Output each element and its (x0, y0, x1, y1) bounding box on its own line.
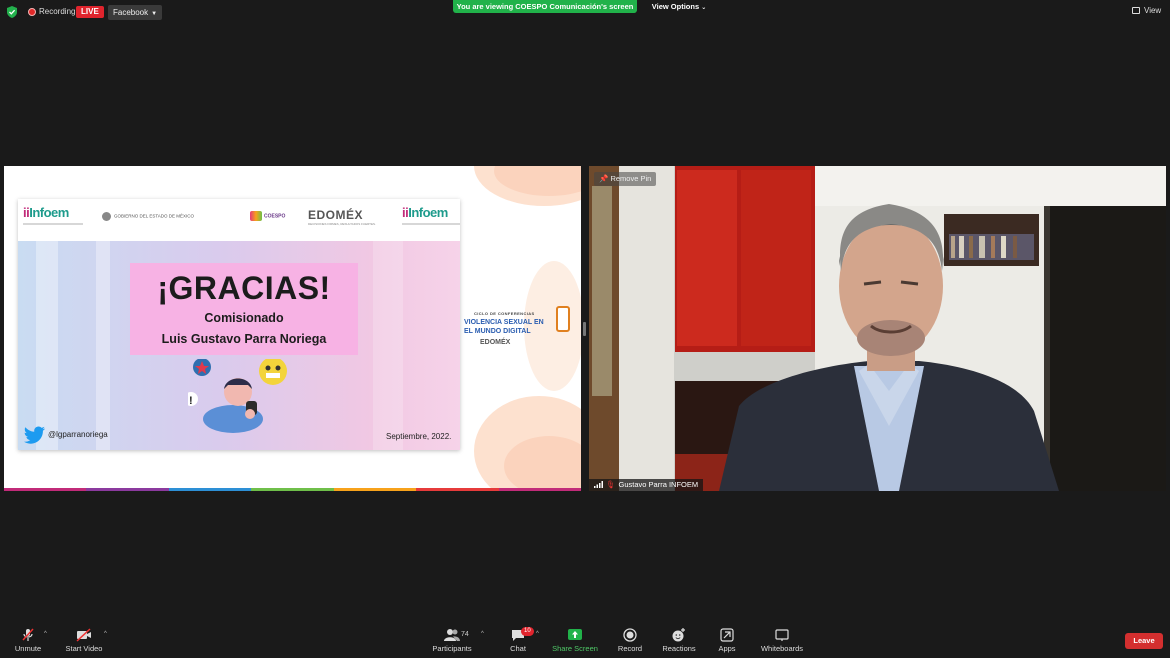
view-layout-icon (1132, 7, 1140, 14)
decorative-blob (504, 436, 581, 491)
viewing-screen-banner: You are viewing COESPO Comunicación's sc… (453, 0, 637, 13)
apps-icon (720, 628, 734, 642)
infoem-logo: iiInfoem (402, 205, 460, 225)
stream-target-dropdown[interactable]: Facebook ▼ (108, 5, 163, 20)
reactions-button[interactable]: Reactions (660, 624, 698, 658)
twitter-handle: @lgparranoriega (24, 426, 108, 444)
unmute-button[interactable]: Unmute (10, 624, 46, 658)
remove-pin-button[interactable]: 📌 Remove Pin (594, 172, 657, 186)
phone-icon (556, 306, 570, 332)
participants-count: 74 (461, 631, 469, 638)
decorative-blob (524, 261, 581, 391)
whiteboards-button[interactable]: Whiteboards (758, 624, 806, 658)
chat-label: Chat (510, 644, 526, 653)
chevron-down-icon: ⌄ (701, 5, 707, 11)
slide-title: ¡GRACIAS! (157, 270, 331, 306)
video-options-caret-icon[interactable]: ^ (104, 631, 107, 637)
slide-date: Septiembre, 2022. (386, 432, 452, 441)
apps-button[interactable]: Apps (714, 624, 740, 658)
signal-bars-icon (594, 481, 603, 488)
coespo-logo: COESPO (250, 211, 285, 221)
color-stripe (4, 488, 581, 491)
recording-dot-icon (28, 8, 36, 16)
cycle-label: CICLO DE CONFERENCIAS (474, 311, 535, 316)
edomex-mini-logo: EDOMÉX (480, 339, 511, 346)
apps-label: Apps (718, 644, 736, 653)
video-camera-off-icon (76, 628, 91, 642)
decorative-stripe (96, 241, 110, 450)
record-label: Record (617, 644, 643, 653)
top-bar: Recording LIVE Facebook ▼ You are viewing… (0, 0, 1170, 24)
cycle-title-line2: EL MUNDO DIGITAL (464, 328, 531, 335)
svg-text:!: ! (189, 395, 193, 407)
twitter-bird-icon (24, 426, 45, 444)
muted-mic-icon: 🎙 (606, 480, 616, 489)
caret-down-icon: ▼ (151, 11, 158, 17)
audio-options-caret-icon[interactable]: ^ (44, 631, 47, 637)
title-box: ¡GRACIAS! Comisionado Luis Gustavo Parra… (130, 263, 358, 355)
person-name: Luis Gustavo Parra Noriega (161, 332, 327, 346)
infoem-logo: iiInfoem (23, 205, 83, 225)
view-label: View (1144, 6, 1162, 15)
microphone-muted-icon (22, 628, 34, 641)
chat-options-caret-icon[interactable]: ^ (536, 631, 539, 637)
chat-unread-badge: 10 (521, 627, 534, 636)
remove-pin-label: Remove Pin (610, 174, 652, 183)
participant-video-frame (589, 166, 1166, 491)
participant-name: Gustavo Parra INFOEM (618, 480, 699, 489)
stream-target-label: Facebook (113, 8, 149, 17)
smiley-plus-icon (672, 628, 685, 642)
cycle-title-line1: VIOLENCIA SEXUAL EN (464, 319, 544, 326)
slide-card: iiInfoem GOBIERNO DEL ESTADO DE MÉXICO C… (18, 199, 460, 450)
participants-label: Participants (432, 644, 472, 653)
slide-header: iiInfoem GOBIERNO DEL ESTADO DE MÉXICO C… (18, 199, 460, 241)
participants-options-caret-icon[interactable]: ^ (481, 631, 484, 637)
leave-button[interactable]: Leave (1125, 633, 1163, 649)
participants-button[interactable]: Participants (430, 624, 474, 658)
meeting-toolbar: Unmute ^ Start Video ^ Participants 74 ^… (0, 624, 1170, 658)
shield-icon[interactable] (7, 6, 17, 18)
view-button[interactable]: View (1132, 6, 1161, 15)
decorative-stripe (36, 241, 58, 450)
share-screen-button[interactable]: Share Screen (552, 624, 598, 658)
slide-subtitle: Comisionado (204, 311, 284, 325)
start-video-button[interactable]: Start Video (63, 624, 105, 658)
view-options-label: View Options (651, 2, 700, 11)
video-tile[interactable]: 📌 Remove Pin 🎙 Gustavo Parra INFOEM (589, 166, 1166, 491)
decorative-stripe (373, 241, 403, 450)
participants-icon (444, 629, 460, 641)
record-icon (623, 628, 637, 642)
reactions-label: Reactions (662, 644, 696, 653)
live-badge[interactable]: LIVE (76, 6, 104, 18)
slide-body: ¡GRACIAS! Comisionado Luis Gustavo Parra… (18, 241, 460, 450)
shared-screen: iiInfoem GOBIERNO DEL ESTADO DE MÉXICO C… (4, 166, 581, 491)
pin-icon: 📌 (599, 174, 609, 183)
whiteboard-icon (775, 629, 789, 641)
share-screen-label: Share Screen (552, 644, 598, 653)
view-options-button[interactable]: View Options ⌄ (648, 0, 710, 13)
start-video-label: Start Video (65, 644, 103, 653)
whiteboards-label: Whiteboards (760, 644, 804, 653)
unmute-label: Unmute (14, 644, 42, 653)
recording-label[interactable]: Recording (39, 7, 75, 16)
person-with-phone-illustration: ! (188, 359, 287, 433)
edomex-logo: EDOMÉX DECISIONES FIRMES, RESULTADOS FUER… (308, 208, 376, 226)
participant-name-tag: 🎙 Gustavo Parra INFOEM (589, 479, 704, 491)
record-button[interactable]: Record (614, 624, 646, 658)
split-divider-handle[interactable] (583, 322, 586, 336)
gobierno-logo: GOBIERNO DEL ESTADO DE MÉXICO (102, 212, 194, 221)
share-screen-icon (568, 629, 582, 640)
